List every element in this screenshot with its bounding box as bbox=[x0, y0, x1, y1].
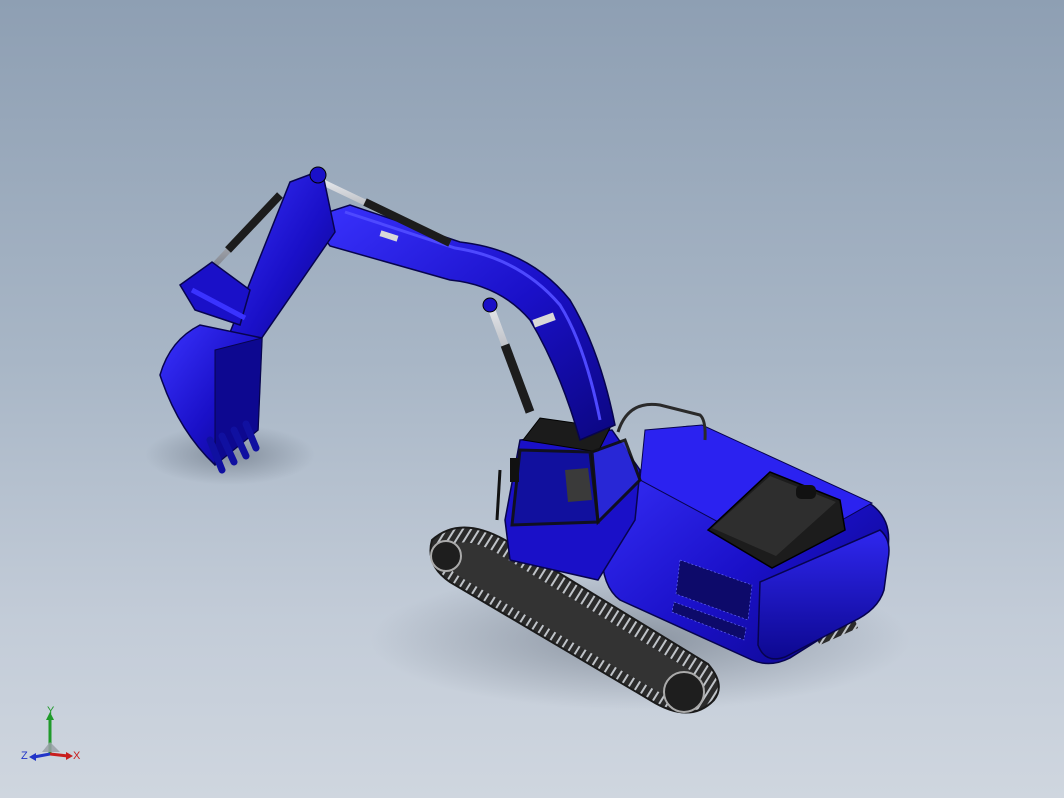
excavator-model[interactable] bbox=[0, 0, 1064, 798]
triad-y-label: Y bbox=[47, 705, 55, 717]
mirror-post bbox=[495, 469, 502, 521]
exhaust-cap bbox=[796, 485, 816, 499]
sprocket-wheel bbox=[663, 671, 705, 713]
graphics-viewport[interactable]: Y X Z bbox=[0, 0, 1064, 798]
stick-top-pin bbox=[309, 166, 327, 184]
boom-pin bbox=[482, 297, 498, 313]
boom bbox=[308, 177, 616, 442]
idler-wheel bbox=[430, 540, 462, 572]
boom-cylinder-barrel bbox=[500, 343, 535, 414]
triad-z-label: Z bbox=[21, 750, 28, 762]
cab-seat bbox=[565, 468, 592, 502]
mirror bbox=[510, 458, 519, 482]
triad-x-label: X bbox=[73, 750, 81, 762]
coordinate-triad: Y X Z bbox=[18, 702, 90, 774]
